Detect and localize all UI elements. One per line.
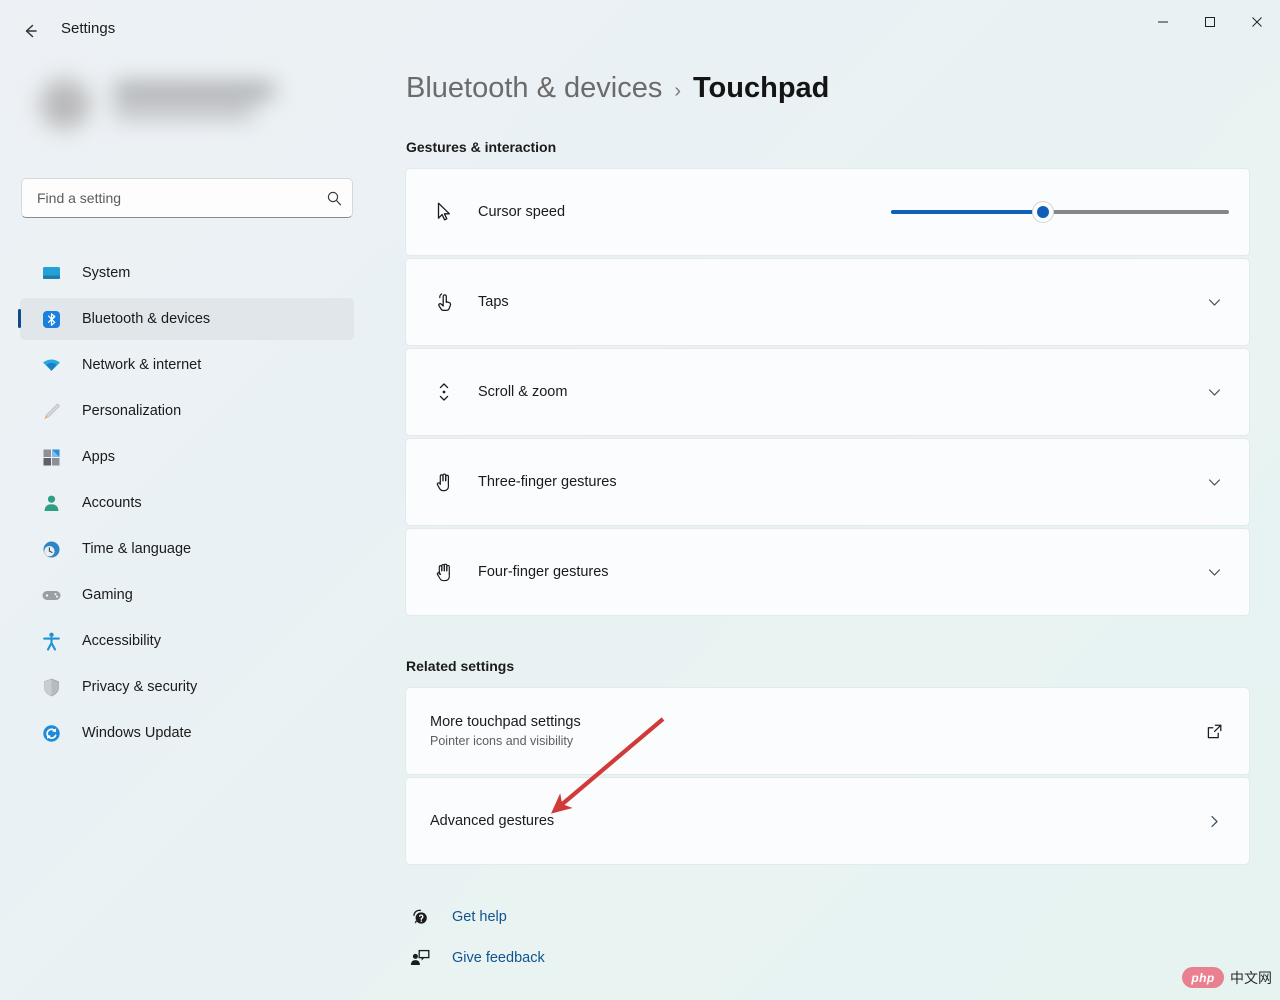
sidebar-item-label: System	[82, 265, 131, 281]
more-touchpad-settings-title: More touchpad settings	[430, 714, 581, 730]
sidebar-item-network-internet[interactable]: Network & internet	[20, 344, 354, 386]
taps-label: Taps	[478, 294, 509, 310]
search-input[interactable]	[22, 190, 316, 206]
sidebar-item-system[interactable]: System	[20, 252, 354, 294]
mouse-pointer-icon	[430, 198, 458, 226]
chevron-down-icon[interactable]	[1201, 469, 1227, 495]
sidebar-item-label: Privacy & security	[82, 679, 198, 695]
shield-icon	[38, 674, 64, 700]
chevron-down-icon[interactable]	[1201, 289, 1227, 315]
main-content: Bluetooth & devices › Touchpad Gestures …	[405, 0, 1280, 1000]
sidebar: System Bluetooth & devices	[0, 50, 372, 1000]
section-header-gestures: Gestures & interaction	[406, 139, 557, 155]
watermark-site-text: 中文网	[1230, 970, 1272, 987]
advanced-gestures-row[interactable]: Advanced gestures	[405, 777, 1250, 865]
scroll-zoom-row[interactable]: Scroll & zoom	[405, 348, 1250, 436]
row-text-block: More touchpad settings Pointer icons and…	[430, 714, 581, 748]
get-help-link[interactable]: Get help	[406, 903, 507, 931]
breadcrumb: Bluetooth & devices › Touchpad	[406, 72, 829, 105]
system-monitor-icon	[38, 260, 64, 286]
sidebar-item-label: Network & internet	[82, 357, 202, 373]
breadcrumb-separator-icon: ›	[674, 80, 681, 102]
give-feedback-label: Give feedback	[452, 950, 545, 966]
search-icon[interactable]	[316, 190, 352, 207]
person-icon	[38, 490, 64, 516]
sidebar-nav: System Bluetooth & devices Network & int…	[0, 248, 372, 758]
settings-window: Settings Find a setting System Bluetooth…	[0, 0, 1280, 1000]
section-header-related: Related settings	[406, 658, 515, 674]
four-finger-gestures-label: Four-finger gestures	[478, 564, 609, 580]
breadcrumb-parent[interactable]: Bluetooth & devices	[406, 72, 662, 105]
bluetooth-icon	[38, 306, 64, 332]
sidebar-item-bluetooth-devices[interactable]: Bluetooth & devices	[18, 298, 354, 340]
three-finger-gestures-label: Three-finger gestures	[478, 474, 617, 490]
sidebar-item-label: Personalization	[82, 403, 182, 419]
sidebar-item-label: Bluetooth & devices	[82, 311, 211, 327]
paintbrush-icon	[38, 398, 64, 424]
row-text-block: Advanced gestures	[430, 813, 554, 829]
sidebar-item-apps[interactable]: Apps	[20, 436, 354, 478]
avatar	[40, 79, 90, 129]
four-finger-gestures-row[interactable]: Four-finger gestures	[405, 528, 1250, 616]
watermark: php 中文网	[1182, 967, 1272, 988]
sidebar-item-personalization[interactable]: Personalization	[20, 390, 354, 432]
profile-email-redacted	[114, 105, 254, 118]
search-box[interactable]	[21, 178, 353, 218]
sidebar-item-label: Gaming	[82, 587, 133, 603]
apps-grid-icon	[38, 444, 64, 470]
taps-row[interactable]: Taps	[405, 258, 1250, 346]
php-logo: php	[1182, 967, 1224, 988]
sidebar-item-label: Accessibility	[82, 633, 161, 649]
sidebar-item-privacy-security[interactable]: Privacy & security	[20, 666, 354, 708]
accessibility-icon	[38, 628, 64, 654]
clock-globe-icon	[38, 536, 64, 562]
app-title: Settings	[61, 20, 116, 37]
get-help-label: Get help	[452, 909, 507, 925]
cursor-speed-slider[interactable]	[891, 200, 1229, 224]
gamepad-icon	[38, 582, 64, 608]
give-feedback-link[interactable]: Give feedback	[406, 944, 545, 972]
back-button[interactable]	[12, 14, 48, 48]
tap-hand-icon	[430, 288, 458, 316]
sidebar-item-windows-update[interactable]: Windows Update	[20, 712, 354, 754]
scroll-updown-icon	[430, 378, 458, 406]
help-question-icon	[406, 903, 434, 931]
back-arrow-icon	[25, 24, 37, 38]
chevron-right-icon[interactable]	[1201, 808, 1227, 834]
update-refresh-icon	[38, 720, 64, 746]
page-title: Touchpad	[693, 72, 830, 104]
sidebar-item-label: Time & language	[82, 541, 192, 557]
external-link-icon[interactable]	[1201, 718, 1227, 744]
more-touchpad-settings-subtitle: Pointer icons and visibility	[430, 734, 574, 748]
chevron-down-icon[interactable]	[1201, 379, 1227, 405]
wifi-icon	[38, 352, 64, 378]
more-touchpad-settings-row[interactable]: More touchpad settings Pointer icons and…	[405, 687, 1250, 775]
sidebar-item-accessibility[interactable]: Accessibility	[20, 620, 354, 662]
sidebar-item-label: Windows Update	[82, 725, 192, 741]
profile-blur-overlay	[8, 55, 364, 153]
three-finger-gestures-row[interactable]: Three-finger gestures	[405, 438, 1250, 526]
profile-name-redacted	[114, 83, 274, 98]
feedback-chat-icon	[406, 944, 434, 972]
sidebar-item-time-language[interactable]: Time & language	[20, 528, 354, 570]
three-finger-hand-icon	[430, 468, 458, 496]
scroll-zoom-label: Scroll & zoom	[478, 384, 568, 400]
sidebar-item-label: Apps	[82, 449, 116, 465]
sidebar-item-gaming[interactable]: Gaming	[20, 574, 354, 616]
advanced-gestures-title: Advanced gestures	[430, 813, 555, 829]
four-finger-hand-icon	[430, 558, 458, 586]
sidebar-item-label: Accounts	[82, 495, 142, 511]
sidebar-item-accounts[interactable]: Accounts	[20, 482, 354, 524]
user-profile-redacted[interactable]	[8, 55, 364, 153]
slider-thumb[interactable]	[1032, 201, 1055, 223]
cursor-speed-row: Cursor speed	[405, 168, 1250, 256]
slider-fill	[891, 210, 1044, 214]
chevron-down-icon[interactable]	[1201, 559, 1227, 585]
cursor-speed-label: Cursor speed	[478, 204, 566, 220]
